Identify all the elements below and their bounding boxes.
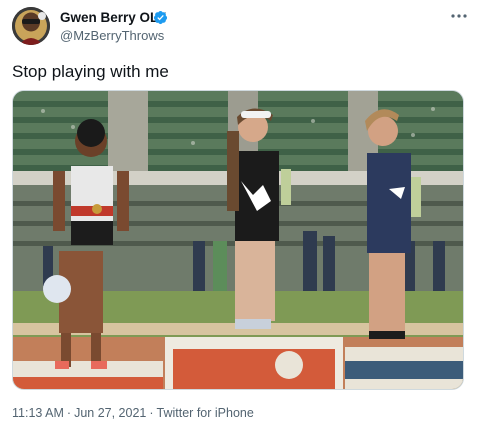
avatar[interactable] [12,7,50,45]
meta-separator-2: · [149,406,154,420]
meta-separator: · [66,406,72,420]
tweet-source[interactable]: Twitter for iPhone [157,406,254,420]
more-dots-icon[interactable] [449,6,469,26]
tweet-date[interactable]: Jun 27, 2021 [74,406,146,420]
avatar-image [12,7,50,45]
tweet-card: Gwen Berry OLY @MzBerryThrows Stop playi… [0,0,478,427]
verified-badge-icon [153,10,168,25]
podium-photo-image [13,91,463,389]
user-handle[interactable]: @MzBerryThrows [60,28,164,43]
display-name[interactable]: Gwen Berry OLY [60,10,166,25]
tweet-photo[interactable] [12,90,464,390]
tweet-time[interactable]: 11:13 AM [12,406,64,420]
tweet-meta: 11:13 AM · Jun 27, 2021 · Twitter for iPhone [12,406,254,420]
tweet-text: Stop playing with me [12,62,169,81]
